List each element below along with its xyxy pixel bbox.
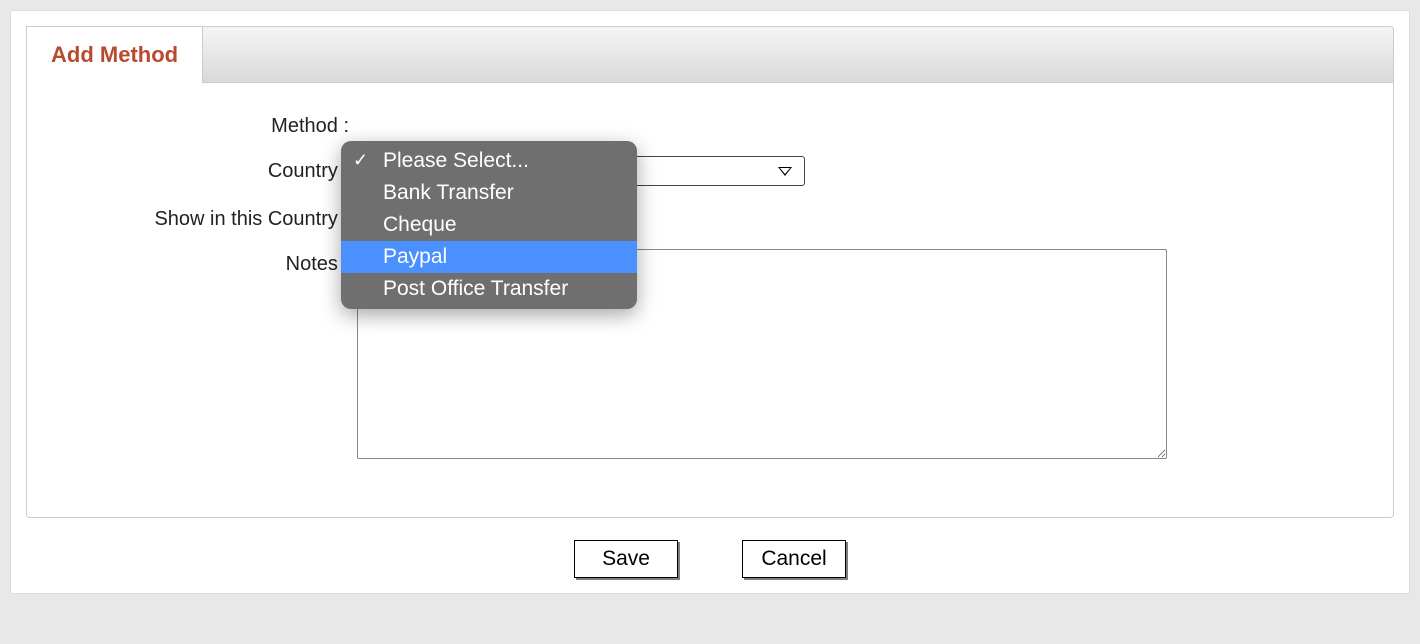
chevron-down-icon xyxy=(778,167,792,176)
method-dropdown[interactable]: ✓ Please Select... Bank Transfer Cheque Payp… xyxy=(341,141,637,309)
method-option-label: Please Select... xyxy=(383,149,529,173)
method-option[interactable]: ✓ Please Select... xyxy=(341,145,637,177)
tab-add-method[interactable]: Add Method xyxy=(26,26,203,84)
row-country: Country : xyxy=(57,156,1363,186)
method-option[interactable]: Post Office Transfer xyxy=(341,273,637,305)
method-option[interactable]: Bank Transfer xyxy=(341,177,637,209)
tab-bar: Add Method xyxy=(27,27,1393,83)
method-option-label: Paypal xyxy=(383,245,447,269)
label-method: Method : xyxy=(57,111,357,138)
row-show-country: Show in this Country : xyxy=(57,204,1363,231)
check-icon: ✓ xyxy=(353,151,371,169)
panel: Add Method Method : Country : Show in th… xyxy=(26,26,1394,518)
method-option-label: Cheque xyxy=(383,213,457,237)
method-option-label: Bank Transfer xyxy=(383,181,514,205)
label-show-country: Show in this Country : xyxy=(57,204,357,231)
row-notes: Notes : xyxy=(57,249,1363,459)
method-option[interactable]: Paypal xyxy=(341,241,637,273)
button-bar: Save Cancel xyxy=(26,540,1394,578)
page-container: Add Method Method : Country : Show in th… xyxy=(10,10,1410,594)
label-country: Country : xyxy=(57,156,357,183)
tab-label: Add Method xyxy=(51,42,178,68)
label-notes: Notes : xyxy=(57,249,357,276)
form-body: Method : Country : Show in this Country … xyxy=(27,83,1393,517)
method-option[interactable]: Cheque xyxy=(341,209,637,241)
method-option-label: Post Office Transfer xyxy=(383,277,568,301)
save-button[interactable]: Save xyxy=(574,540,678,578)
cancel-button[interactable]: Cancel xyxy=(742,540,846,578)
row-method: Method : xyxy=(57,111,1363,138)
